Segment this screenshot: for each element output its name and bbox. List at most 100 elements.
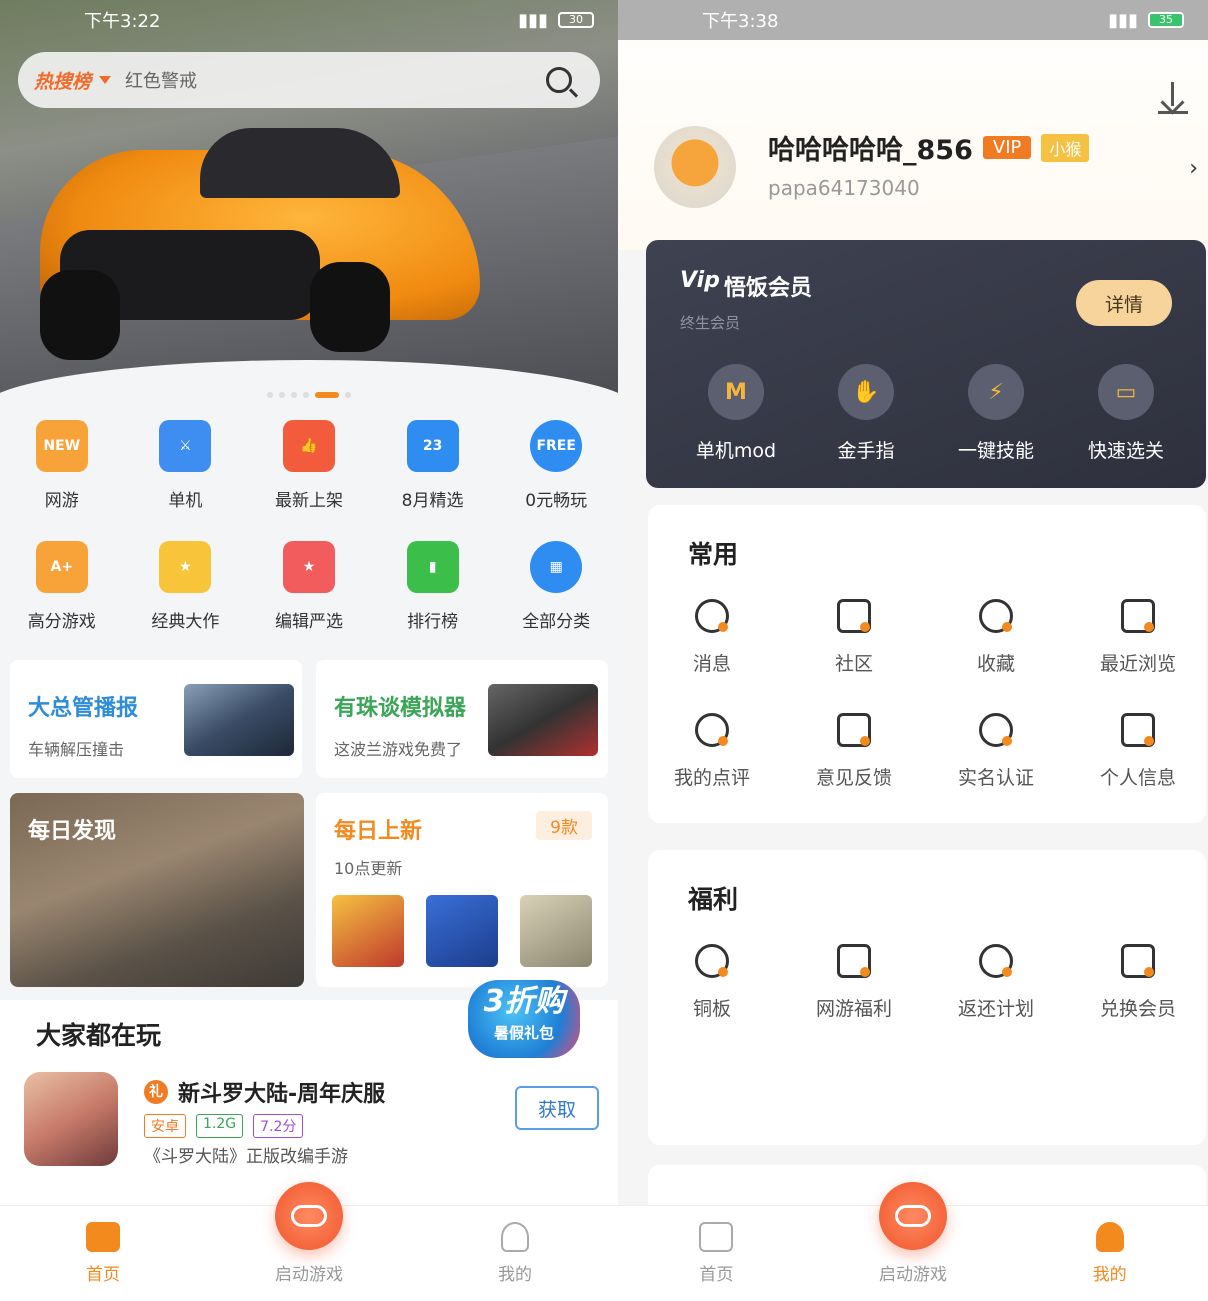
- page-dot: [303, 392, 309, 398]
- vip-logo-icon: Vip: [680, 268, 720, 293]
- category-free[interactable]: FREE 0元畅玩: [494, 420, 618, 511]
- promo-card-1[interactable]: 大总管播报 车辆解压撞击: [10, 660, 302, 778]
- category-medal[interactable]: ★ 经典大作: [124, 541, 248, 632]
- vip-feature-item[interactable]: ▭ 快速选关: [1066, 364, 1186, 463]
- common-item[interactable]: 我的点评: [642, 713, 782, 790]
- launch-game-button[interactable]: [879, 1182, 947, 1250]
- common-panel-title: 常用: [688, 540, 739, 569]
- category-label: 高分游戏: [27, 612, 96, 632]
- tab-home[interactable]: 首页: [0, 1206, 206, 1301]
- right-screen: 下午3:38 ▮▮▮ 35 哈哈哈哈哈_856 VIP 小猴 papa64173…: [618, 0, 1208, 1301]
- tab-launch-game[interactable]: 启动游戏: [815, 1182, 1012, 1301]
- tab-label: 我的: [498, 1265, 532, 1285]
- welfare-item[interactable]: 网游福利: [784, 944, 924, 1021]
- promo-card-thumbnail: [488, 684, 598, 756]
- category-label: 网游: [44, 491, 79, 511]
- category-shield-score[interactable]: A+ 高分游戏: [0, 541, 124, 632]
- status-time: 下午3:22: [84, 11, 161, 32]
- vip-feature-label: 单机mod: [695, 440, 777, 462]
- message-icon: [695, 599, 729, 633]
- mod-icon: M: [708, 364, 764, 420]
- page-dot: [345, 392, 351, 398]
- section-title: 大家都在玩: [36, 1021, 162, 1050]
- category-label: 编辑严选: [274, 612, 343, 632]
- category-sword[interactable]: ⚔ 单机: [124, 420, 248, 511]
- hero-wheel: [310, 262, 390, 352]
- page-dot: [291, 392, 297, 398]
- vip-membership-card: Vip 悟饭会员 终生会员 详情 M 单机mod ✋ 金手指 ⚡ 一键技能 ▭ 快速选关: [646, 240, 1206, 488]
- new-game-thumbnail[interactable]: [520, 895, 592, 967]
- banner-pagination: [0, 392, 618, 398]
- common-item-label: 意见反馈: [815, 767, 892, 789]
- category-label: 排行榜: [407, 612, 459, 632]
- new-game-thumbnail[interactable]: [426, 895, 498, 967]
- vip-badge: VIP: [982, 136, 1032, 159]
- dropdown-caret-icon[interactable]: [99, 76, 112, 84]
- sword-icon: ⚔: [159, 420, 212, 472]
- tab-mine[interactable]: 我的: [412, 1206, 618, 1301]
- tab-launch-game[interactable]: 启动游戏: [206, 1182, 412, 1301]
- discount-promo-badge[interactable]: 3折购 暑假礼包: [468, 980, 580, 1058]
- welfare-item[interactable]: 返还计划: [926, 944, 1066, 1021]
- common-item[interactable]: 意见反馈: [784, 713, 924, 790]
- welfare-item[interactable]: 铜板: [642, 944, 782, 1021]
- daily-discover-card[interactable]: 每日发现: [10, 793, 304, 987]
- search-bar[interactable]: 热搜榜 红色警戒: [18, 52, 600, 108]
- search-input[interactable]: 红色警戒: [125, 67, 546, 93]
- id-card-icon: [979, 713, 1013, 747]
- coin-icon: [695, 944, 729, 978]
- medal-icon: ★: [159, 541, 212, 593]
- vip-feature-item[interactable]: ✋ 金手指: [806, 364, 926, 463]
- common-item[interactable]: 消息: [642, 599, 782, 676]
- new-game-thumbnail[interactable]: [332, 895, 404, 967]
- tab-label: 首页: [699, 1265, 734, 1285]
- game-icon[interactable]: [24, 1072, 118, 1166]
- vip-feature-label: 金手指: [837, 440, 895, 462]
- category-editor-box[interactable]: ★ 编辑严选: [247, 541, 371, 632]
- daily-new-title: 每日上新: [334, 819, 423, 844]
- category-new-badge[interactable]: NEW 网游: [0, 420, 124, 511]
- avatar[interactable]: [654, 126, 736, 208]
- username-row[interactable]: 哈哈哈哈哈_856 VIP 小猴: [768, 128, 1090, 167]
- chevron-right-icon[interactable]: ›: [1189, 156, 1198, 181]
- launch-game-button[interactable]: [275, 1182, 343, 1250]
- home-tab-icon: [699, 1222, 734, 1252]
- category-calendar[interactable]: 23 8月精选: [371, 420, 495, 511]
- details-button[interactable]: 详情: [1076, 280, 1172, 326]
- common-item[interactable]: 收藏: [926, 599, 1066, 676]
- page-dot: [279, 392, 285, 398]
- page-dot: [267, 392, 273, 398]
- battery-icon: 30: [558, 12, 594, 28]
- common-item-label: 实名认证: [957, 767, 1034, 789]
- common-item[interactable]: 实名认证: [926, 713, 1066, 790]
- vip-feature-item[interactable]: M 单机mod: [676, 364, 796, 463]
- battery-icon: 35: [1148, 12, 1184, 28]
- vip-bag-icon: [1121, 944, 1155, 978]
- tab-bar: 首页 启动游戏 我的: [618, 1182, 1208, 1301]
- common-item[interactable]: 个人信息: [1068, 713, 1208, 790]
- tab-mine[interactable]: 我的: [1011, 1206, 1208, 1301]
- game-title-row[interactable]: 礼 新斗罗大陆-周年庆服: [144, 1076, 385, 1108]
- category-bar-chart[interactable]: ▮ 排行榜: [371, 541, 495, 632]
- common-item[interactable]: 社区: [784, 599, 924, 676]
- tab-home[interactable]: 首页: [618, 1206, 815, 1301]
- category-thumbs-up[interactable]: 👍 最新上架: [247, 420, 371, 511]
- promo-card-title: 有珠谈模拟器: [334, 696, 467, 721]
- common-item[interactable]: 最近浏览: [1068, 599, 1208, 676]
- free-icon: FREE: [530, 420, 583, 472]
- daily-new-card[interactable]: 每日上新 9款 10点更新: [316, 793, 608, 987]
- vip-feature-item[interactable]: ⚡ 一键技能: [936, 364, 1056, 463]
- promo-card-subtitle: 车辆解压撞击: [28, 740, 125, 759]
- get-button[interactable]: 获取: [515, 1086, 599, 1130]
- search-icon[interactable]: [546, 67, 572, 93]
- level-badge: 小猴: [1041, 133, 1090, 162]
- hot-search-label[interactable]: 热搜榜: [34, 67, 91, 94]
- new-badge-icon: NEW: [35, 420, 88, 472]
- common-item-label: 收藏: [976, 653, 1015, 675]
- daily-new-count-badge: 9款: [536, 811, 592, 840]
- download-icon[interactable]: [1158, 82, 1188, 114]
- category-grid[interactable]: ▦ 全部分类: [494, 541, 618, 632]
- promo-card-2[interactable]: 有珠谈模拟器 这波兰游戏免费了: [316, 660, 608, 778]
- welfare-item[interactable]: 兑换会员: [1068, 944, 1208, 1021]
- editor-box-icon: ★: [282, 541, 335, 593]
